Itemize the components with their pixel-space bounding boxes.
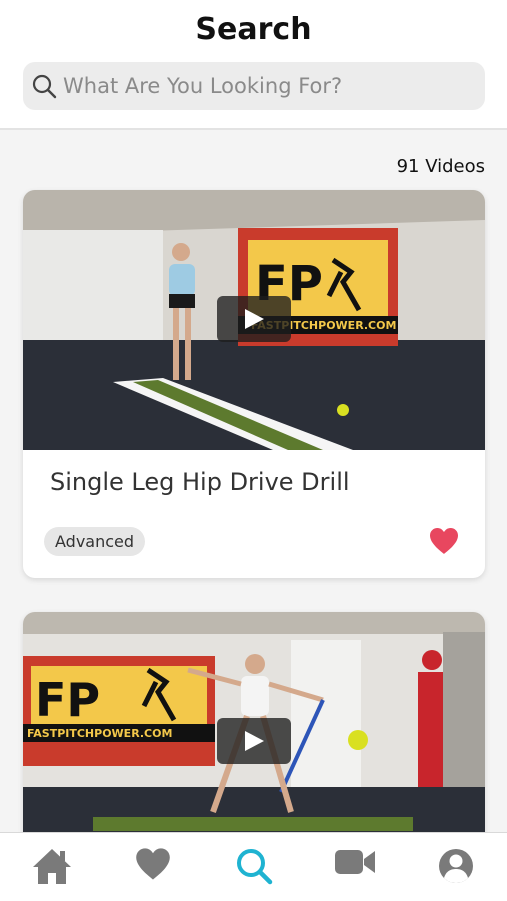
heart-icon bbox=[136, 848, 170, 880]
tab-profile[interactable] bbox=[434, 847, 478, 887]
tab-favorites[interactable] bbox=[131, 847, 175, 887]
banner-text: FASTPITCHPOWER.COM bbox=[27, 727, 172, 740]
search-bar[interactable] bbox=[23, 62, 485, 110]
tab-videos[interactable] bbox=[333, 847, 377, 887]
video-camera-icon bbox=[335, 850, 375, 874]
play-button[interactable] bbox=[217, 296, 291, 342]
search-input[interactable] bbox=[63, 62, 473, 110]
user-icon bbox=[439, 849, 473, 883]
search-icon bbox=[237, 849, 273, 885]
level-badge: Advanced bbox=[44, 527, 146, 556]
home-icon bbox=[33, 849, 71, 884]
tab-home[interactable] bbox=[30, 847, 74, 887]
play-icon bbox=[245, 309, 264, 329]
search-icon bbox=[32, 74, 57, 99]
video-title[interactable]: Single Leg Hip Drive Drill bbox=[50, 468, 350, 496]
svg-text:FP: FP bbox=[35, 673, 100, 727]
heart-icon[interactable] bbox=[429, 527, 459, 555]
play-icon bbox=[245, 731, 264, 751]
tab-bar bbox=[0, 832, 507, 901]
video-card[interactable]: FP FASTPITCHPOWER.COM Single Leg Hip Dri… bbox=[23, 190, 485, 578]
page-title: Search bbox=[195, 12, 312, 47]
header: Search bbox=[0, 0, 507, 130]
results-count: 91 Videos bbox=[396, 156, 485, 177]
play-button[interactable] bbox=[217, 718, 291, 764]
tab-search[interactable] bbox=[232, 847, 276, 887]
video-card[interactable]: FP FASTPITCHPOWER.COM bbox=[23, 612, 485, 852]
